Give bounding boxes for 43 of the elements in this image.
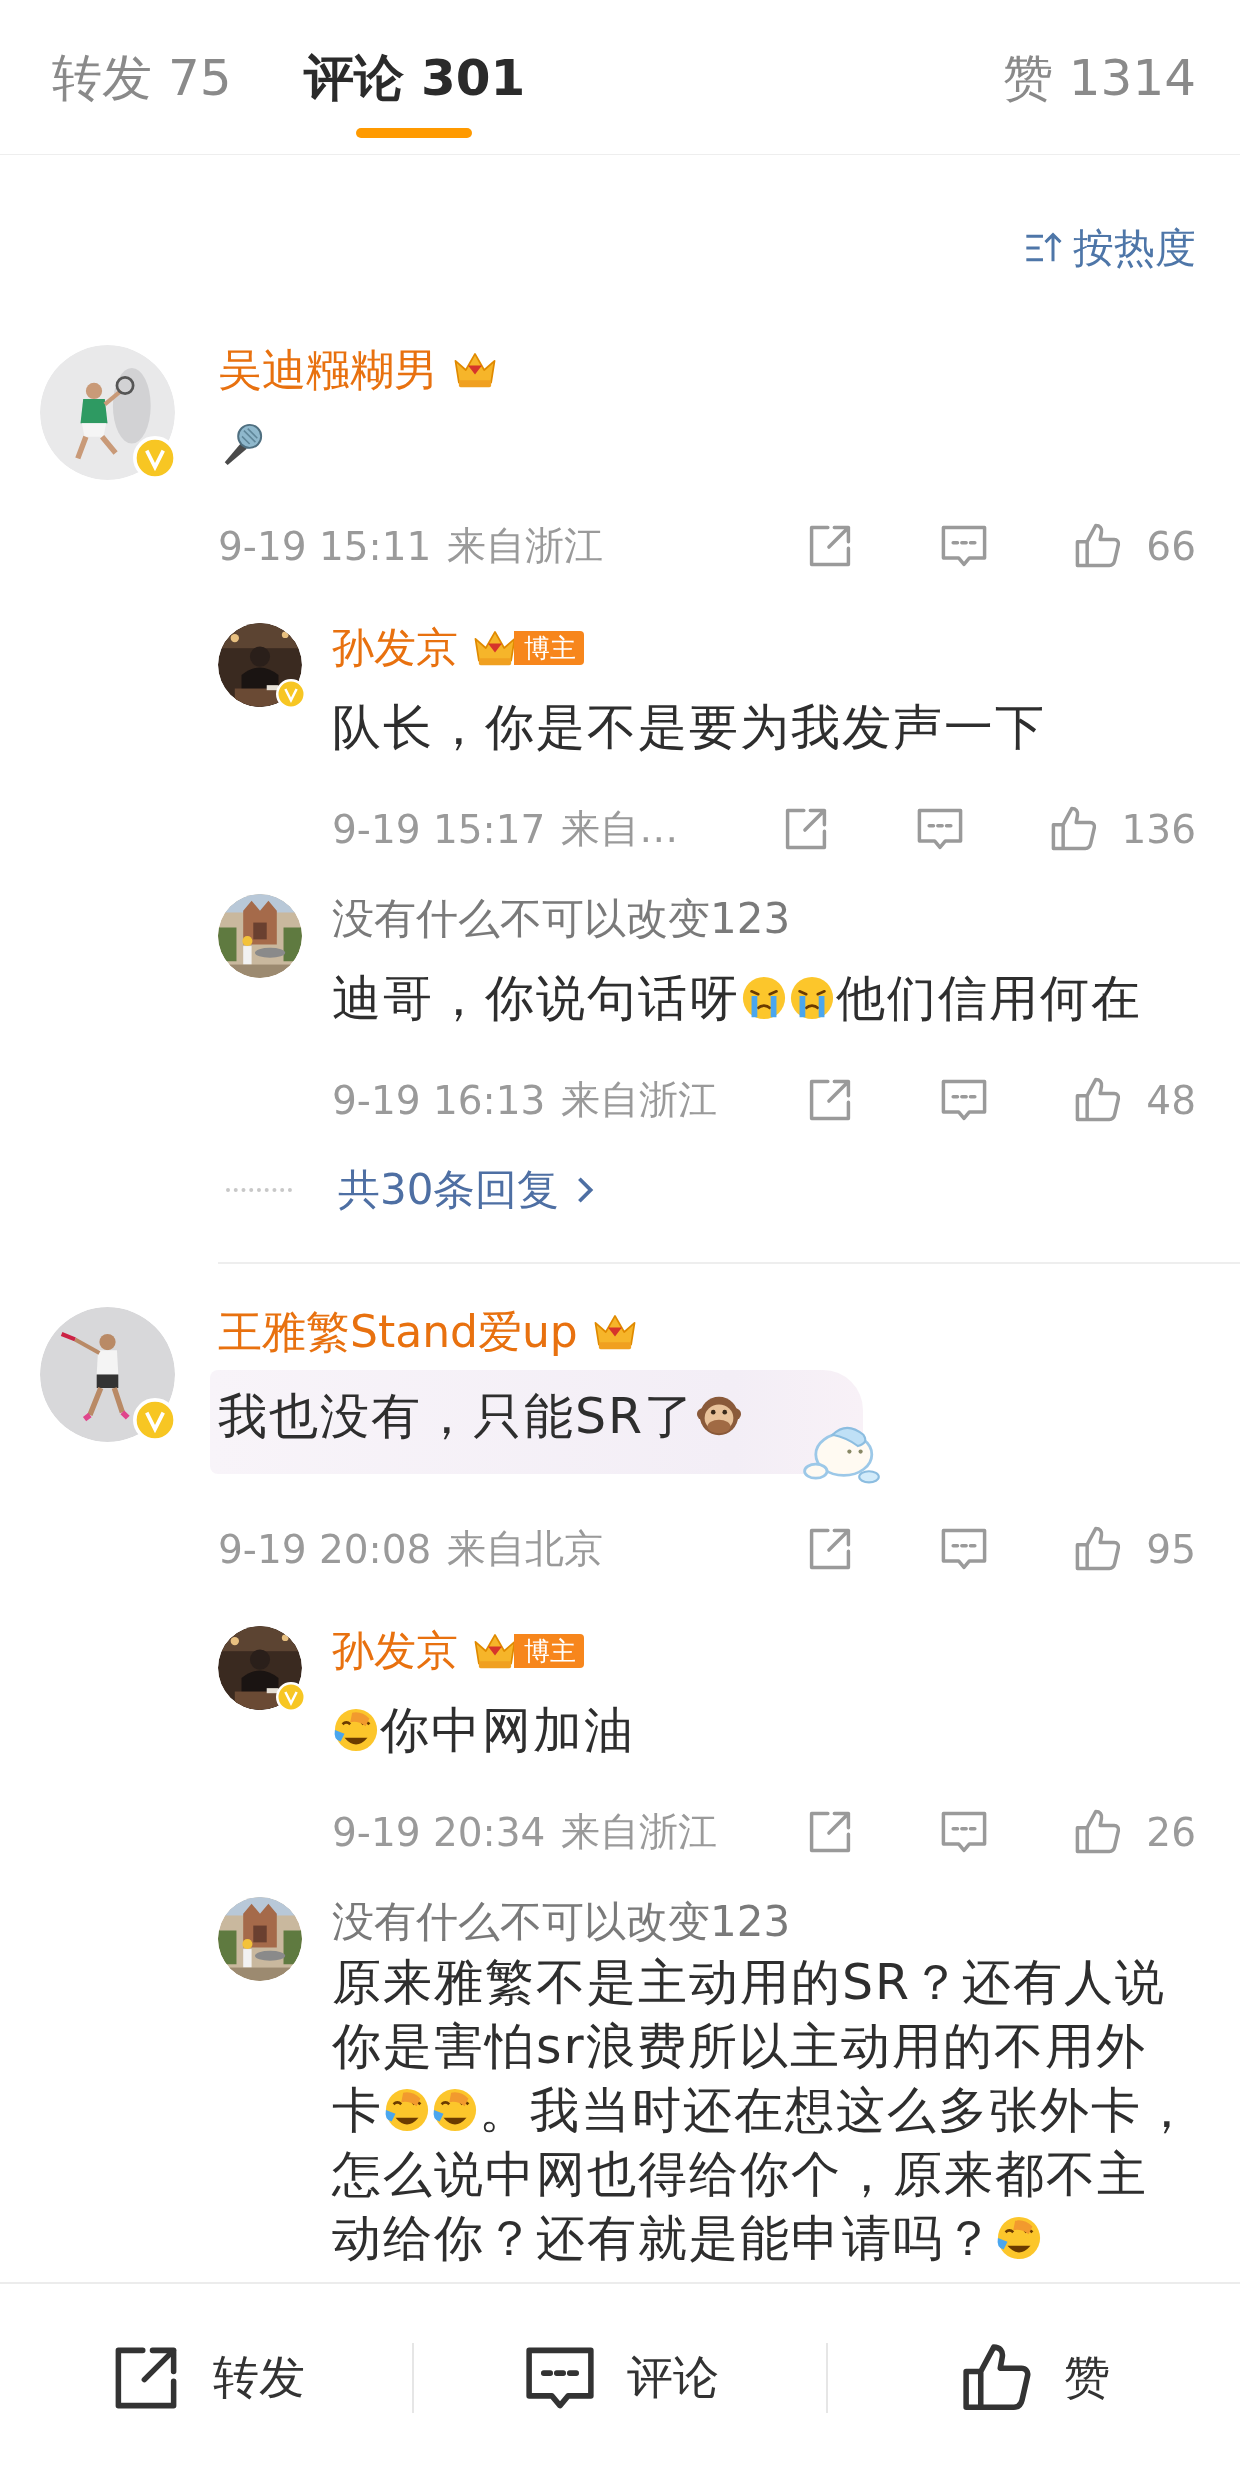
comment-location: 来自… xyxy=(561,805,679,853)
blogger-tag: 博主 xyxy=(514,1634,584,1668)
comment-time: 9-19 20:08 xyxy=(218,1526,432,1572)
user-name[interactable]: 没有什么不可以改变123 xyxy=(332,894,791,944)
laughing-face-icon xyxy=(432,2087,478,2133)
comment-button[interactable]: 评论 xyxy=(414,2284,826,2472)
like-count: 136 xyxy=(1121,806,1196,852)
comment-text: 你中网加油 xyxy=(332,1696,1196,1766)
like-count: 66 xyxy=(1146,523,1196,569)
comment-time: 9-19 15:17 xyxy=(332,806,546,852)
comment-location: 来自浙江 xyxy=(447,522,604,570)
user-name[interactable]: 吴迪糨糊男 xyxy=(218,345,438,395)
comment-location: 来自浙江 xyxy=(561,1076,718,1124)
tab[interactable]: 转发 75 xyxy=(52,0,232,154)
like-count: 26 xyxy=(1146,1809,1196,1855)
comment-text: 迪哥，你说句话呀 他们信用何在 xyxy=(332,969,1143,1029)
like-count: 48 xyxy=(1146,1077,1196,1123)
comment-time: 9-19 15:11 xyxy=(218,523,432,569)
tab[interactable]: 赞 1314 xyxy=(1002,0,1196,154)
comment-time: 9-19 16:13 xyxy=(332,1077,546,1123)
user-name[interactable]: 孙发京 xyxy=(332,1626,458,1676)
laughing-face-icon xyxy=(996,2215,1042,2261)
crying-face-icon xyxy=(741,975,787,1021)
like-count: 95 xyxy=(1146,1526,1196,1572)
comment-text: 队长，你是不是要为我发声一下 xyxy=(332,698,1047,758)
comment-time: 9-19 20:34 xyxy=(332,1809,546,1855)
blogger-tag: 博主 xyxy=(514,631,584,665)
laughing-face-icon xyxy=(384,2087,430,2133)
sort-button[interactable]: 按热度 xyxy=(1023,220,1196,276)
share-button[interactable]: 转发 xyxy=(0,2284,412,2472)
user-name[interactable]: 王雅繁Stand爱up xyxy=(218,1307,578,1357)
comment-location: 来自浙江 xyxy=(561,1808,718,1856)
comment-text: 原来雅繁不是主动用的SR？还有人说你是害怕sr浪费所以主动用的不用外卡 。我当时还在想这么多张外卡，怎么说中网也得给你个，原来都不主动给你？还有就是能申请吗？ xyxy=(332,1953,1194,2269)
crying-face-icon xyxy=(789,975,835,1021)
tab[interactable]: 评论 301 xyxy=(303,0,526,154)
comment-text: 我也没有，只能SR了 xyxy=(218,1370,863,1452)
comment-location: 来自北京 xyxy=(447,1525,604,1573)
crown-icon xyxy=(452,350,498,390)
like-button[interactable]: 赞 xyxy=(828,2284,1240,2472)
laughing-face-icon xyxy=(333,1707,379,1753)
more-replies-link[interactable]: 共30条回复 xyxy=(338,1165,598,1215)
user-name[interactable]: 孙发京 xyxy=(332,623,458,673)
user-name[interactable]: 没有什么不可以改变123 xyxy=(332,1897,791,1947)
